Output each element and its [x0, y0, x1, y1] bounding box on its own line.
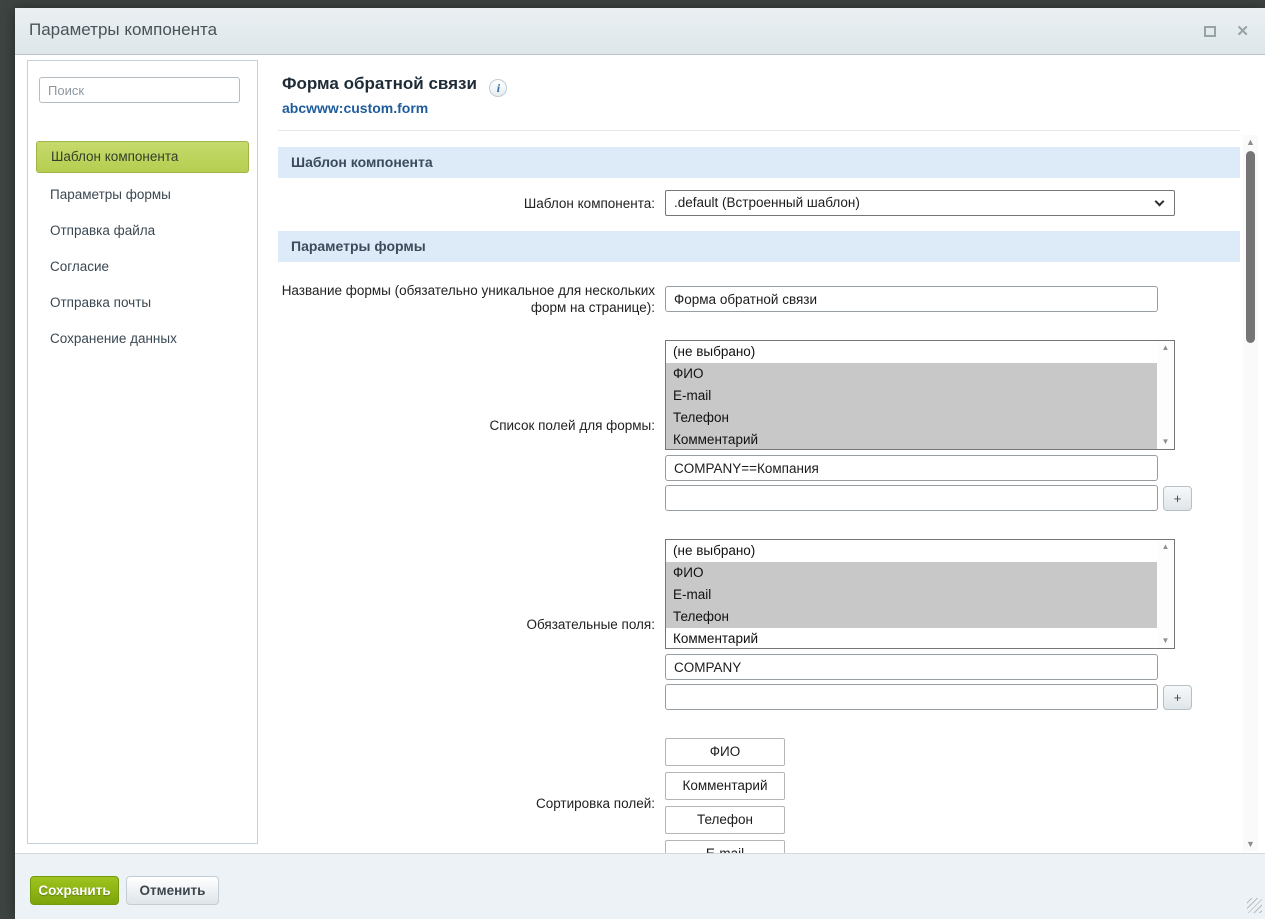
dialog-body: Шаблон компонента Параметры формы Отправ… — [15, 56, 1265, 853]
resize-grip-icon[interactable] — [1247, 898, 1262, 913]
required-new-input[interactable] — [665, 684, 1158, 710]
scroll-up-icon[interactable]: ▲ — [1162, 543, 1170, 551]
sort-field-item[interactable]: Комментарий — [665, 772, 785, 800]
required-listbox-option[interactable]: Комментарий — [666, 628, 1174, 649]
template-select-value: .default (Встроенный шаблон) — [674, 195, 860, 210]
required-add-button[interactable]: + — [1163, 685, 1192, 710]
cancel-button[interactable]: Отменить — [126, 876, 219, 905]
save-button[interactable]: Сохранить — [30, 876, 119, 905]
chevron-down-icon — [1155, 197, 1165, 207]
sort-field-item[interactable]: Телефон — [665, 806, 785, 834]
required-fields-label: Обязательные поля: — [278, 616, 655, 633]
required-listbox[interactable]: (не выбрано) ФИО E-mail Телефон Коммента… — [665, 539, 1175, 649]
scroll-down-icon[interactable]: ▼ — [1162, 637, 1170, 645]
scrollbar-thumb[interactable] — [1246, 151, 1255, 343]
window-controls: ✕ — [1204, 8, 1249, 55]
search-input[interactable] — [39, 77, 240, 103]
info-icon[interactable]: i — [489, 79, 507, 97]
sort-fields-list: ФИО Комментарий Телефон E-mail — [665, 738, 785, 853]
page-head: Форма обратной связи i — [278, 74, 1240, 97]
sort-fields-label: Сортировка полей: — [278, 795, 655, 812]
fields-listbox-option[interactable]: Комментарий — [666, 429, 1174, 450]
fields-listbox[interactable]: (не выбрано) ФИО E-mail Телефон Коммента… — [665, 340, 1175, 450]
fields-listbox-option[interactable]: ФИО — [666, 363, 1174, 385]
fields-list-row: Список полей для формы: (не выбрано) ФИО… — [278, 340, 1240, 511]
required-fields-row: Обязательные поля: (не выбрано) ФИО E-ma… — [278, 539, 1240, 710]
required-listbox-option[interactable]: ФИО — [666, 562, 1174, 584]
form-name-label: Название формы (обязательно уникальное д… — [278, 282, 655, 316]
template-row: Шаблон компонента: .default (Встроенный … — [278, 190, 1240, 216]
scroll-down-icon[interactable]: ▼ — [1162, 438, 1170, 446]
header-divider — [278, 130, 1240, 131]
dialog-footer: Сохранить Отменить — [15, 853, 1265, 919]
sort-field-item[interactable]: E-mail — [665, 840, 785, 853]
section-header-form-params: Параметры формы — [278, 231, 1240, 262]
component-name: abcwww:custom.form — [278, 100, 1240, 116]
required-listbox-option[interactable]: (не выбрано) — [666, 540, 1174, 562]
section-header-template: Шаблон компонента — [278, 147, 1240, 178]
dialog-title: Параметры компонента — [29, 20, 217, 40]
required-listbox-option[interactable]: E-mail — [666, 584, 1174, 606]
close-icon[interactable]: ✕ — [1236, 24, 1249, 39]
scroll-down-icon[interactable]: ▼ — [1243, 839, 1258, 849]
sidebar-menu: Шаблон компонента Параметры формы Отправ… — [36, 141, 249, 357]
form-name-input[interactable] — [665, 286, 1158, 312]
component-parameters-dialog: Параметры компонента ✕ Шаблон компонента… — [15, 8, 1265, 919]
required-listbox-option[interactable]: Телефон — [666, 606, 1174, 628]
fields-listbox-scrollbar[interactable]: ▲ ▼ — [1157, 341, 1174, 449]
sidebar-item[interactable]: Параметры формы — [36, 177, 249, 213]
fields-list-label: Список полей для формы: — [278, 417, 655, 434]
page-title: Форма обратной связи — [282, 74, 477, 93]
form-name-row: Название формы (обязательно уникальное д… — [278, 282, 1240, 316]
main-scrollbar[interactable]: ▲ ▼ — [1243, 135, 1258, 851]
fields-add-button[interactable]: + — [1163, 486, 1192, 511]
sort-field-item[interactable]: ФИО — [665, 738, 785, 766]
sidebar-item[interactable]: Отправка почты — [36, 285, 249, 321]
sidebar: Шаблон компонента Параметры формы Отправ… — [27, 60, 258, 844]
fields-custom-input[interactable] — [665, 455, 1158, 481]
fields-new-input[interactable] — [665, 485, 1158, 511]
sidebar-item[interactable]: Шаблон компонента — [36, 141, 249, 173]
scroll-up-icon[interactable]: ▲ — [1162, 344, 1170, 352]
required-listbox-scrollbar[interactable]: ▲ ▼ — [1157, 540, 1174, 648]
fields-listbox-option[interactable]: E-mail — [666, 385, 1174, 407]
maximize-icon[interactable] — [1204, 26, 1216, 37]
required-custom-input[interactable] — [665, 654, 1158, 680]
main-content: Форма обратной связи i abcwww:custom.for… — [278, 56, 1240, 853]
scroll-up-icon[interactable]: ▲ — [1243, 137, 1258, 147]
sort-fields-row: Сортировка полей: ФИО Комментарий Телефо… — [278, 738, 1240, 853]
dialog-titlebar: Параметры компонента ✕ — [15, 8, 1265, 55]
fields-listbox-option[interactable]: Телефон — [666, 407, 1174, 429]
sidebar-item[interactable]: Согласие — [36, 249, 249, 285]
fields-listbox-option[interactable]: (не выбрано) — [666, 341, 1174, 363]
template-select[interactable]: .default (Встроенный шаблон) — [665, 190, 1175, 216]
sidebar-item[interactable]: Отправка файла — [36, 213, 249, 249]
template-select-label: Шаблон компонента: — [278, 195, 655, 212]
sidebar-item[interactable]: Сохранение данных — [36, 321, 249, 357]
